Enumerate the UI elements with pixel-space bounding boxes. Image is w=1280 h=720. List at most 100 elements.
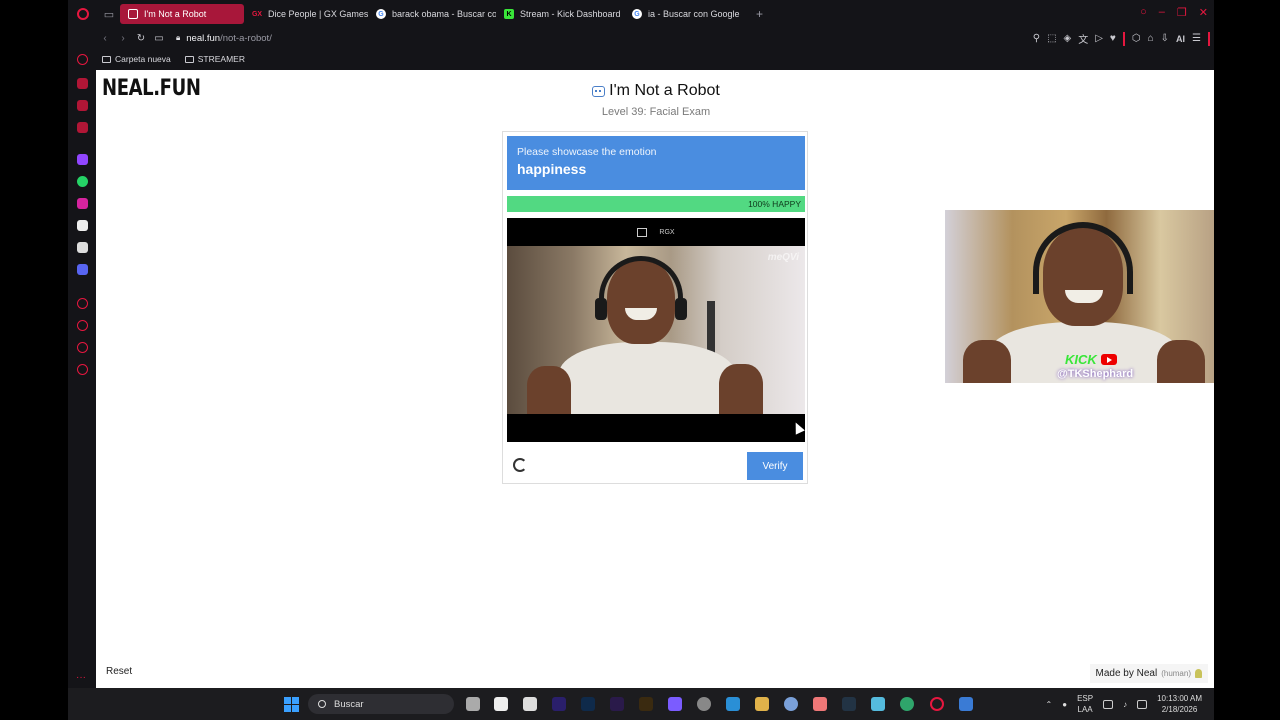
- snapshot-tool-icon[interactable]: ⬚: [1047, 33, 1056, 44]
- illustrator-icon[interactable]: [639, 697, 653, 711]
- taskbar-search-input[interactable]: Buscar: [308, 694, 454, 714]
- volume-icon[interactable]: ♪: [1123, 700, 1127, 709]
- file-explorer-icon[interactable]: [755, 697, 769, 711]
- discord-icon[interactable]: [77, 264, 88, 275]
- app-icon[interactable]: [784, 697, 798, 711]
- player-icon[interactable]: [77, 298, 88, 309]
- shield-icon[interactable]: ◈: [1064, 33, 1072, 44]
- url-field[interactable]: 🔒︎ neal.fun/not-a-robot/: [176, 33, 272, 44]
- x-icon[interactable]: [77, 242, 88, 253]
- forward-button[interactable]: ›: [114, 33, 132, 44]
- extensions-toolbar-icon[interactable]: ⬡: [1132, 33, 1141, 44]
- reset-button[interactable]: Reset: [100, 662, 139, 681]
- microphone-icon[interactable]: ●: [1062, 700, 1067, 709]
- tiktok-icon[interactable]: [77, 220, 88, 231]
- history-icon[interactable]: [77, 320, 88, 331]
- clock[interactable]: 10:13:00 AM 2/18/2026: [1157, 693, 1202, 715]
- tab-dice-people[interactable]: GX Dice People | GX Games: [244, 4, 368, 24]
- battery-icon[interactable]: [1137, 699, 1148, 709]
- pin-icon[interactable]: ⚲: [1033, 33, 1040, 44]
- person-shirt: [559, 342, 735, 414]
- neal-fun-logo[interactable]: NEAL.FUN: [102, 76, 201, 101]
- person-arm: [527, 366, 571, 414]
- social-badge: KICK: [1065, 352, 1117, 367]
- app-icon[interactable]: [871, 697, 885, 711]
- bookmark-folder-carpeta-nueva[interactable]: Carpeta nueva: [102, 54, 171, 64]
- new-tab-button[interactable]: +: [748, 7, 771, 21]
- menu-icon[interactable]: ☰: [1192, 33, 1201, 44]
- network-icon[interactable]: [1103, 699, 1114, 709]
- tab-ia-google[interactable]: G ia - Buscar con Google: [624, 4, 748, 24]
- app-icon[interactable]: [523, 697, 537, 711]
- made-by-credit[interactable]: Made by Neal (human): [1089, 664, 1208, 683]
- gx-corner-icon[interactable]: [77, 78, 88, 89]
- page-title-text: I'm Not a Robot: [609, 82, 720, 99]
- tab-barack-obama[interactable]: G barack obama - Buscar co: [368, 4, 496, 24]
- heart-icon[interactable]: ♥: [1110, 33, 1116, 44]
- gx-games-icon[interactable]: [77, 100, 88, 111]
- extensions-icon[interactable]: [77, 342, 88, 353]
- tab-label: ia - Buscar con Google: [648, 9, 740, 19]
- video-watermark: meQVi: [767, 252, 799, 263]
- vscode-icon[interactable]: [726, 697, 740, 711]
- popout-icon[interactable]: [637, 227, 648, 237]
- task-view-icon[interactable]: [466, 697, 480, 711]
- settings-icon[interactable]: [77, 364, 88, 375]
- app-icon[interactable]: [813, 697, 827, 711]
- premiere-icon[interactable]: [552, 697, 566, 711]
- bookmark-folder-streamer[interactable]: STREAMER: [184, 54, 245, 64]
- opera-logo-icon[interactable]: [68, 0, 98, 28]
- twitch-icon[interactable]: [77, 154, 88, 165]
- headset-earcup: [595, 298, 607, 320]
- minimize-button[interactable]: –: [1159, 6, 1165, 19]
- address-bar: ‹ › ↻ ▭ 🔒︎ neal.fun/not-a-robot/ ⚲ ⬚ ◈ ⽂…: [96, 28, 1214, 48]
- youtube-icon: [1100, 354, 1117, 365]
- wallet-icon[interactable]: ⌂: [1148, 33, 1154, 44]
- more-icon[interactable]: ···: [76, 672, 86, 683]
- page-title: I'm Not a Robot: [592, 82, 720, 100]
- gx-control-icon[interactable]: [77, 54, 88, 65]
- prompt-instruction: Please showcase the emotion: [517, 146, 657, 158]
- search-tabs-icon[interactable]: ○: [1140, 6, 1147, 19]
- translate-icon[interactable]: ⽂: [1078, 31, 1088, 46]
- play-icon[interactable]: ▷: [1095, 33, 1103, 44]
- clock-time: 10:13:00 AM: [1157, 694, 1202, 703]
- news-icon[interactable]: [77, 122, 88, 133]
- tab-switcher-icon[interactable]: ▭: [98, 0, 120, 28]
- tab-label: Dice People | GX Games: [268, 9, 368, 19]
- app-icon[interactable]: [494, 697, 508, 711]
- app-icon[interactable]: [697, 697, 711, 711]
- bookmark-label: STREAMER: [197, 54, 245, 64]
- toolbar-divider: [1122, 31, 1125, 46]
- photoshop-icon[interactable]: [581, 697, 595, 711]
- verify-button[interactable]: Verify: [747, 452, 803, 480]
- close-button[interactable]: ✕: [1199, 6, 1208, 19]
- captcha-card: Please showcase the emotion happiness 10…: [502, 131, 808, 484]
- refresh-icon[interactable]: [513, 458, 527, 472]
- whatsapp-icon[interactable]: [77, 176, 88, 187]
- app-icon[interactable]: [959, 697, 973, 711]
- opera-gx-icon[interactable]: [930, 697, 944, 711]
- tab-kick-dashboard[interactable]: K Stream - Kick Dashboard: [496, 4, 624, 24]
- back-button[interactable]: ‹: [96, 33, 114, 44]
- browser-window: ▭ I'm Not a Robot GX Dice People | GX Ga…: [68, 0, 1214, 688]
- chevron-up-icon[interactable]: ⌃: [1046, 700, 1053, 709]
- download-icon[interactable]: ⇩: [1161, 33, 1169, 44]
- maximize-button[interactable]: ❐: [1177, 6, 1187, 19]
- tab-not-a-robot[interactable]: I'm Not a Robot: [120, 4, 244, 24]
- prompt-emotion: happiness: [517, 161, 587, 177]
- instagram-icon[interactable]: [77, 198, 88, 209]
- emotion-meter: 100% HAPPY: [507, 196, 805, 212]
- snapshot-icon[interactable]: ▭: [150, 33, 168, 44]
- ai-button[interactable]: AI: [1176, 34, 1185, 44]
- app-icon[interactable]: [668, 697, 682, 711]
- windows-start-icon[interactable]: [284, 697, 299, 712]
- lock-icon: 🔒︎: [176, 33, 181, 42]
- after-effects-icon[interactable]: [610, 697, 624, 711]
- reload-button[interactable]: ↻: [132, 33, 150, 44]
- clock-date: 2/18/2026: [1161, 705, 1198, 714]
- kick-logo: KICK: [1065, 352, 1097, 367]
- steam-icon[interactable]: [842, 697, 856, 711]
- edge-icon[interactable]: [900, 697, 914, 711]
- language-indicator[interactable]: ESP LAA: [1077, 693, 1093, 715]
